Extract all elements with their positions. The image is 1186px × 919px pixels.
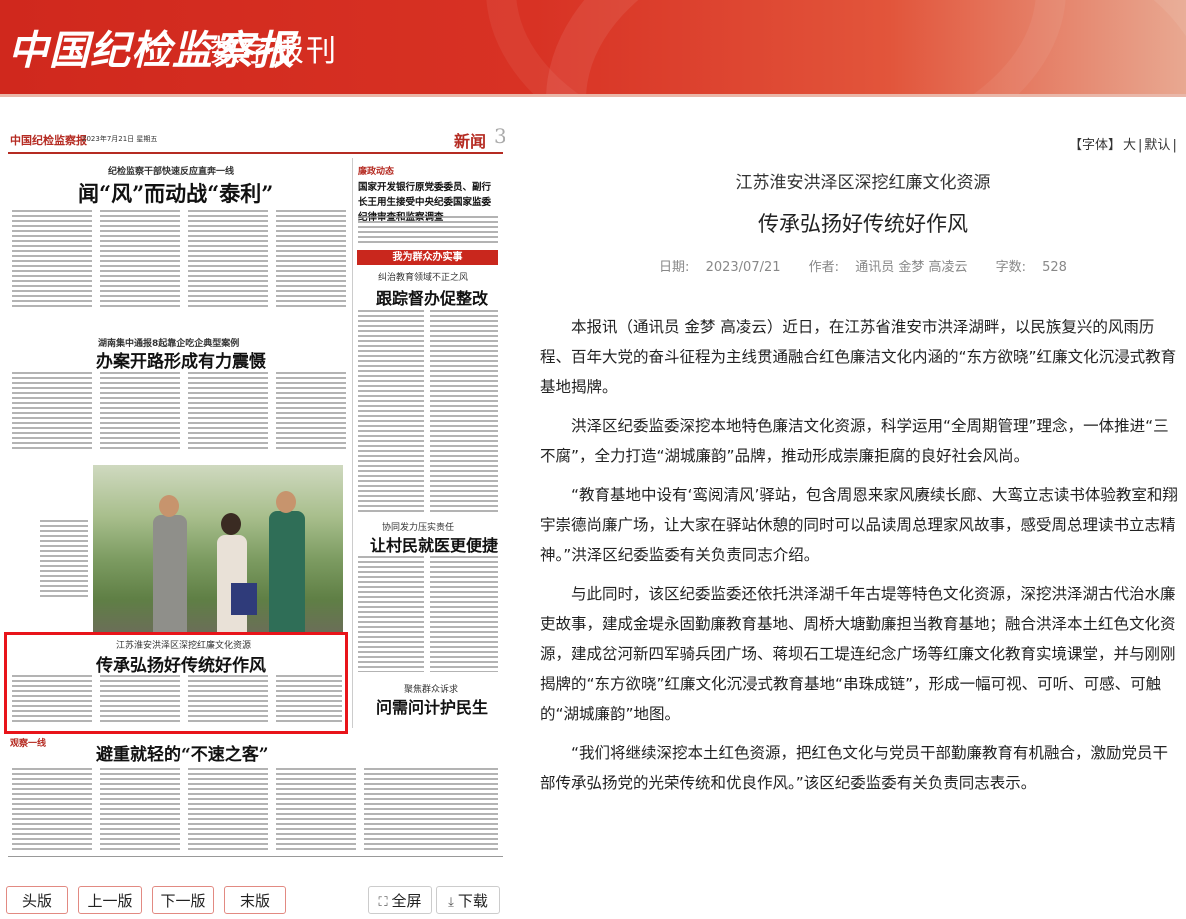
story-kicker: 纪检监察干部快速反应直奔一线 bbox=[108, 167, 235, 177]
story-text bbox=[358, 556, 424, 672]
story-text bbox=[100, 210, 180, 310]
story-headline[interactable]: 避重就轻的“不速之客” bbox=[96, 740, 269, 765]
site-header: 中国纪检监察报 数字报刊 bbox=[0, 0, 1186, 94]
story-text bbox=[12, 210, 92, 310]
article-word-count: 528 bbox=[1042, 260, 1067, 275]
news-photo[interactable] bbox=[93, 465, 343, 633]
download-label: 下载 bbox=[457, 892, 488, 910]
download-button[interactable]: ⤓ 下载 bbox=[436, 886, 500, 914]
article-paragraph: “教育基地中设有‘鸾阅清风’驿站，包含周恩来家风赓续长廊、大鸾立志读书体验教室和… bbox=[540, 486, 1178, 564]
font-separator: | bbox=[1172, 138, 1177, 153]
last-page-button[interactable]: 末版 bbox=[224, 886, 286, 914]
story-headline[interactable]: 让村民就医更便捷 bbox=[370, 532, 498, 556]
newspaper-page[interactable]: 中国纪检监察报 2023年7月21日 星期五 新闻 3 纪检监察干部快速反应直奔… bbox=[0, 120, 505, 880]
prev-page-button[interactable]: 上一版 bbox=[78, 886, 142, 914]
story-text bbox=[430, 556, 498, 672]
story-text bbox=[358, 310, 424, 514]
article-paragraph: 洪泽区纪委监委深挖本地特色廉洁文化资源，科学运用“全周期管理”理念，一体推进“三… bbox=[540, 417, 1169, 465]
download-icon: ⤓ bbox=[448, 895, 454, 910]
story-text bbox=[276, 210, 346, 310]
story-text bbox=[276, 768, 356, 852]
first-page-button[interactable]: 头版 bbox=[6, 886, 68, 914]
article-paragraph: “我们将继续深挖本土红色资源，把红色文化与党员干部勤廉教育有机融合，激励党员干部… bbox=[540, 744, 1169, 792]
story-headline[interactable]: 办案开路形成有力震慑 bbox=[96, 347, 266, 372]
page-masthead: 中国纪检监察报 2023年7月21日 星期五 新闻 3 bbox=[8, 124, 505, 154]
section-tag: 廉政动态 bbox=[358, 167, 395, 177]
section-banner: 我为群众办实事 bbox=[357, 250, 498, 265]
font-label: 【字体】 bbox=[1069, 138, 1122, 153]
article-paragraph: 本报讯（通讯员 金梦 高凌云）近日，在江苏省淮安市洪泽湖畔，以民族复兴的风雨历程… bbox=[540, 318, 1177, 396]
article-date: 2023/07/21 bbox=[705, 260, 781, 275]
story-text bbox=[188, 210, 268, 310]
font-default-button[interactable]: 默认 bbox=[1144, 138, 1170, 153]
article-author: 通讯员 金梦 高凌云 bbox=[855, 260, 968, 275]
word-count-field: 字数: 528 bbox=[990, 260, 1073, 275]
story-text bbox=[100, 372, 180, 452]
words-label: 字数: bbox=[995, 260, 1026, 275]
page-logo: 中国纪检监察报 bbox=[10, 134, 87, 147]
selected-article-highlight[interactable] bbox=[4, 632, 348, 734]
story-text bbox=[188, 372, 268, 452]
site-subtitle: 数字报刊 bbox=[210, 34, 338, 69]
story-headline[interactable]: 闻“风”而动战“泰利” bbox=[78, 178, 273, 208]
font-separator: | bbox=[1138, 138, 1143, 153]
page-date: 2023年7月21日 星期五 bbox=[82, 135, 158, 143]
column-divider bbox=[352, 158, 353, 728]
page-bottom-rule bbox=[8, 856, 503, 857]
date-label: 日期: bbox=[659, 260, 690, 275]
article-kicker: 江苏淮安洪泽区深挖红廉文化资源 bbox=[735, 173, 991, 193]
story-text bbox=[12, 372, 92, 452]
date-field: 日期: 2023/07/21 bbox=[653, 260, 786, 275]
font-large-button[interactable]: 大 bbox=[1123, 138, 1136, 153]
story-text bbox=[358, 216, 498, 246]
author-field: 作者: 通讯员 金梦 高凌云 bbox=[803, 260, 974, 275]
fullscreen-label: 全屏 bbox=[391, 892, 422, 910]
next-page-button[interactable]: 下一版 bbox=[152, 886, 214, 914]
article-meta: 日期: 2023/07/21 作者: 通讯员 金梦 高凌云 字数: 528 bbox=[540, 256, 1186, 275]
person-head bbox=[276, 491, 296, 513]
story-text bbox=[430, 310, 498, 514]
article-title: 传承弘扬好传统好作风 bbox=[758, 212, 968, 236]
person-figure bbox=[153, 515, 187, 633]
person-head bbox=[221, 513, 241, 535]
header-decoration bbox=[486, 0, 1066, 94]
story-text bbox=[276, 372, 346, 452]
story-text bbox=[100, 768, 180, 852]
bag-shape bbox=[231, 583, 257, 615]
article-paragraph: 与此同时，该区纪委监委还依托洪泽湖千年古堤等特色文化资源，深挖洪泽湖古代治水廉吏… bbox=[540, 585, 1176, 723]
story-text bbox=[12, 768, 92, 852]
header-divider bbox=[0, 94, 1186, 97]
story-headline[interactable]: 问需问计护民生 bbox=[376, 694, 488, 718]
author-label: 作者: bbox=[808, 260, 840, 275]
fullscreen-button[interactable]: ⛶ 全屏 bbox=[368, 886, 432, 914]
page-section: 新闻 bbox=[454, 132, 487, 151]
fullscreen-icon: ⛶ bbox=[378, 895, 388, 910]
article-body: 本报讯（通讯员 金梦 高凌云）近日，在江苏省淮安市洪泽湖畔，以民族复兴的风雨历程… bbox=[540, 312, 1183, 807]
person-figure bbox=[269, 511, 305, 633]
page-number: 3 bbox=[494, 124, 505, 148]
person-head bbox=[159, 495, 179, 517]
photo-caption bbox=[40, 520, 88, 600]
font-size-controls: 【字体】大 | 默认 | bbox=[1068, 134, 1178, 153]
story-kicker: 纠治教育领域不正之风 bbox=[378, 273, 469, 283]
story-text bbox=[188, 768, 268, 852]
story-headline[interactable]: 跟踪督办促整改 bbox=[376, 285, 488, 309]
story-text bbox=[364, 768, 498, 852]
section-tag: 观察一线 bbox=[10, 739, 47, 749]
